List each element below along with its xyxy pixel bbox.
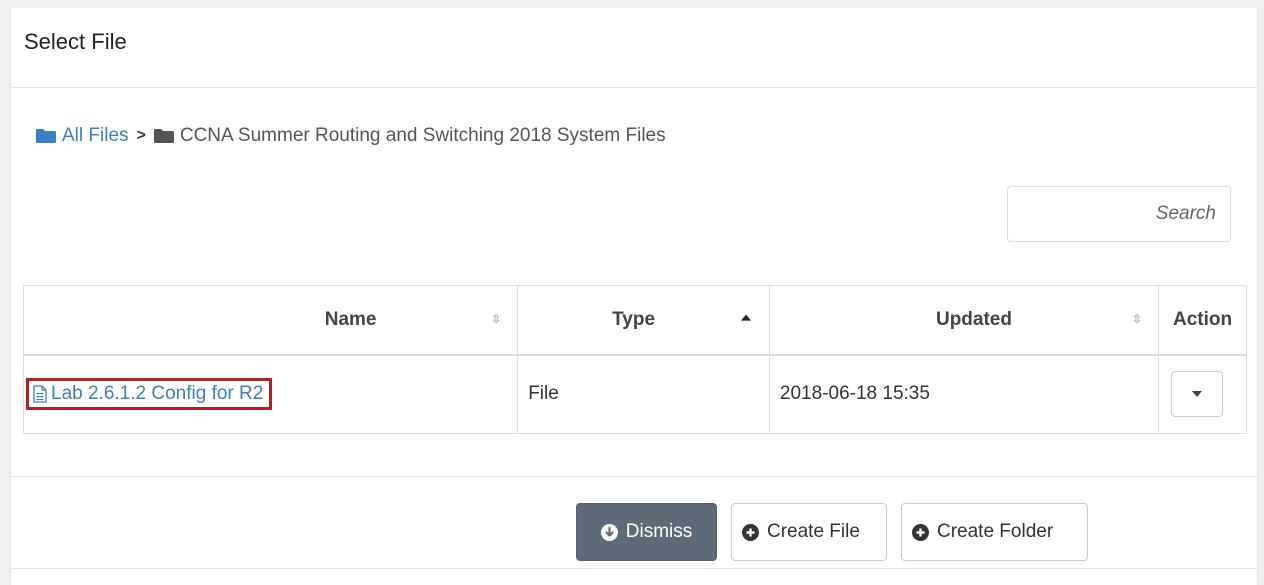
cell-type: File bbox=[517, 355, 770, 434]
sort-both-icon: ⇳ bbox=[491, 311, 502, 326]
column-header-action: Action bbox=[1158, 285, 1247, 356]
column-header-label: Type bbox=[612, 309, 656, 330]
column-header-updated[interactable]: Updated ⇳ bbox=[768, 285, 1160, 356]
create-folder-button[interactable]: Create Folder bbox=[901, 503, 1088, 561]
column-header-label: Action bbox=[1172, 309, 1233, 330]
select-file-modal: Select File All Files > CCNA Summer Rout… bbox=[10, 8, 1258, 585]
column-header-label: Updated bbox=[935, 309, 1012, 330]
table-row: Lab 2.6.1.2 Config for R2 File 2018-06-1… bbox=[22, 355, 1247, 434]
sort-ascending-icon bbox=[740, 314, 751, 321]
modal-bottom-edge bbox=[11, 568, 1257, 569]
cell-updated: 2018-06-18 15:35 bbox=[768, 355, 1160, 434]
sort-both-icon: ⇳ bbox=[1132, 311, 1143, 326]
file-name: Lab 2.6.1.2 Config for R2 bbox=[51, 383, 264, 405]
footer-divider bbox=[11, 476, 1257, 477]
breadcrumb: All Files > CCNA Summer Routing and Swit… bbox=[36, 125, 666, 147]
cell-name: Lab 2.6.1.2 Config for R2 bbox=[22, 355, 519, 434]
file-link[interactable]: Lab 2.6.1.2 Config for R2 bbox=[26, 378, 273, 411]
cell-action bbox=[1158, 355, 1247, 434]
create-folder-label: Create Folder bbox=[937, 521, 1054, 542]
breadcrumb-current-folder: CCNA Summer Routing and Switching 2018 S… bbox=[153, 125, 666, 147]
dismiss-label: Dismiss bbox=[625, 521, 693, 542]
document-icon bbox=[33, 385, 47, 403]
modal-header: Select File bbox=[11, 8, 1257, 88]
breadcrumb-all-files-label: All Files bbox=[62, 125, 129, 146]
column-header-label: Name bbox=[324, 309, 377, 330]
breadcrumb-current-label: CCNA Summer Routing and Switching 2018 S… bbox=[179, 125, 666, 146]
breadcrumb-separator: > bbox=[136, 127, 146, 144]
create-file-button[interactable]: Create File bbox=[731, 503, 887, 561]
modal-title: Select File bbox=[24, 28, 127, 54]
search-input[interactable] bbox=[1007, 186, 1231, 242]
create-file-label: Create File bbox=[767, 521, 860, 542]
arrow-circle-down-icon bbox=[600, 523, 618, 541]
breadcrumb-all-files[interactable]: All Files bbox=[36, 125, 129, 147]
row-action-dropdown-button[interactable] bbox=[1171, 371, 1224, 418]
plus-circle-icon bbox=[912, 523, 929, 541]
dismiss-button[interactable]: Dismiss bbox=[576, 503, 717, 561]
column-header-type[interactable]: Type bbox=[517, 285, 770, 356]
caret-down-icon bbox=[1192, 391, 1203, 398]
column-header-name[interactable]: Name ⇳ bbox=[22, 285, 519, 356]
folder-icon bbox=[153, 129, 174, 143]
plus-circle-icon bbox=[742, 523, 759, 541]
files-table: Name ⇳ Type Updated ⇳ Action Lab 2.6.1.2… bbox=[22, 285, 1247, 434]
folder-icon bbox=[36, 129, 56, 143]
table-header-row: Name ⇳ Type Updated ⇳ Action bbox=[22, 285, 1247, 356]
